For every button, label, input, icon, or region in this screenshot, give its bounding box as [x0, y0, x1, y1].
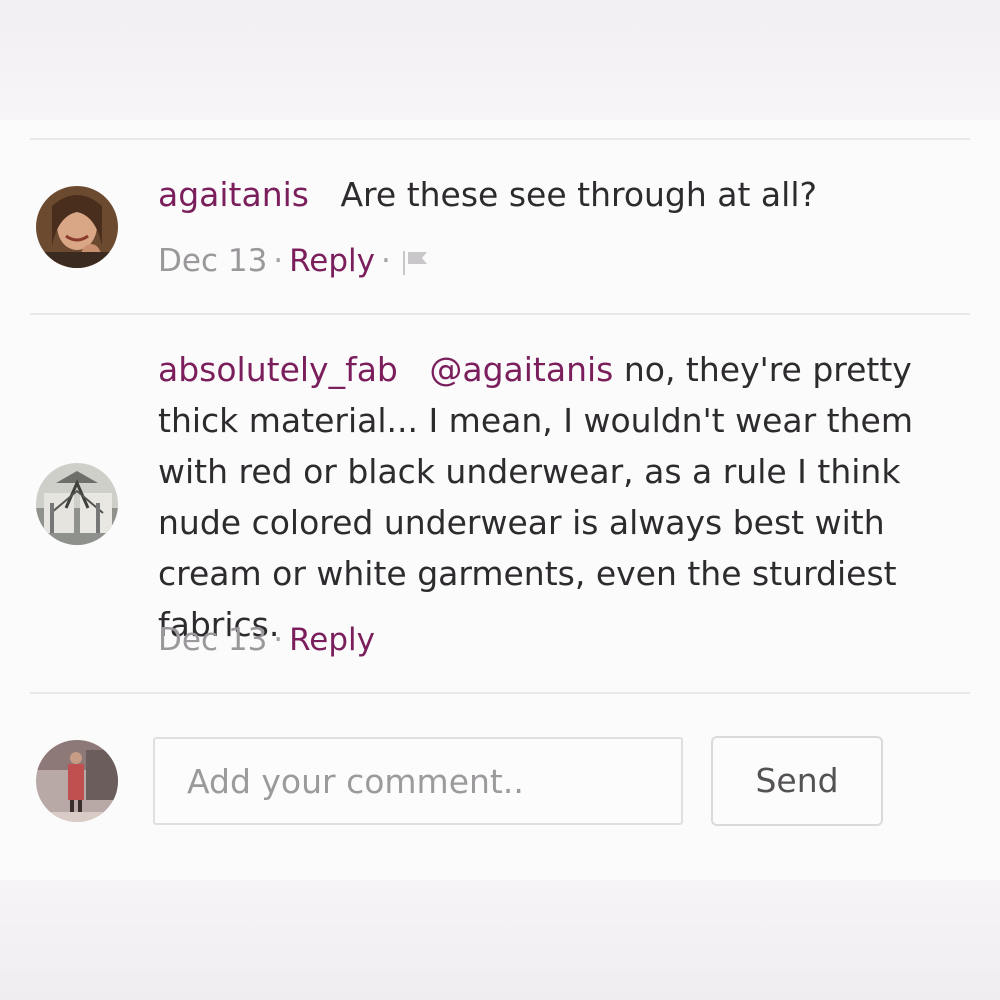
top-background: [0, 0, 1000, 120]
comment-username[interactable]: agaitanis: [158, 175, 309, 214]
comment-meta: Dec 13 · Reply: [158, 622, 376, 658]
divider: [30, 138, 970, 140]
avatar[interactable]: [36, 186, 118, 268]
comment-meta: Dec 13 · Reply ·: [158, 241, 431, 285]
comment-date: Dec 13: [158, 622, 268, 658]
comment-body: agaitanis Are these see through at all?: [158, 169, 973, 220]
avatar-photo: [36, 740, 118, 822]
send-button[interactable]: Send: [711, 736, 883, 826]
current-user-avatar: [36, 740, 118, 822]
avatar-photo: [36, 463, 118, 545]
avatar[interactable]: [36, 463, 118, 545]
comments-panel: agaitanis Are these see through at all? …: [0, 120, 1000, 880]
comment-text: no, they're pretty thick material... I m…: [158, 350, 913, 644]
bottom-background: [0, 880, 1000, 1000]
comment-date: Dec 13: [158, 243, 268, 279]
comment-username[interactable]: absolutely_fab: [158, 350, 398, 389]
avatar-photo: [36, 186, 118, 268]
flag-icon[interactable]: [401, 245, 431, 285]
comment-body: absolutely_fab @agaitanis no, they're pr…: [158, 344, 973, 650]
comment-text: Are these see through at all?: [340, 175, 818, 214]
mention-link[interactable]: @agaitanis: [429, 350, 613, 389]
divider: [30, 313, 970, 315]
comment-input[interactable]: [153, 737, 683, 825]
reply-link[interactable]: Reply: [289, 243, 375, 279]
divider: [30, 692, 970, 694]
reply-link[interactable]: Reply: [289, 622, 375, 658]
